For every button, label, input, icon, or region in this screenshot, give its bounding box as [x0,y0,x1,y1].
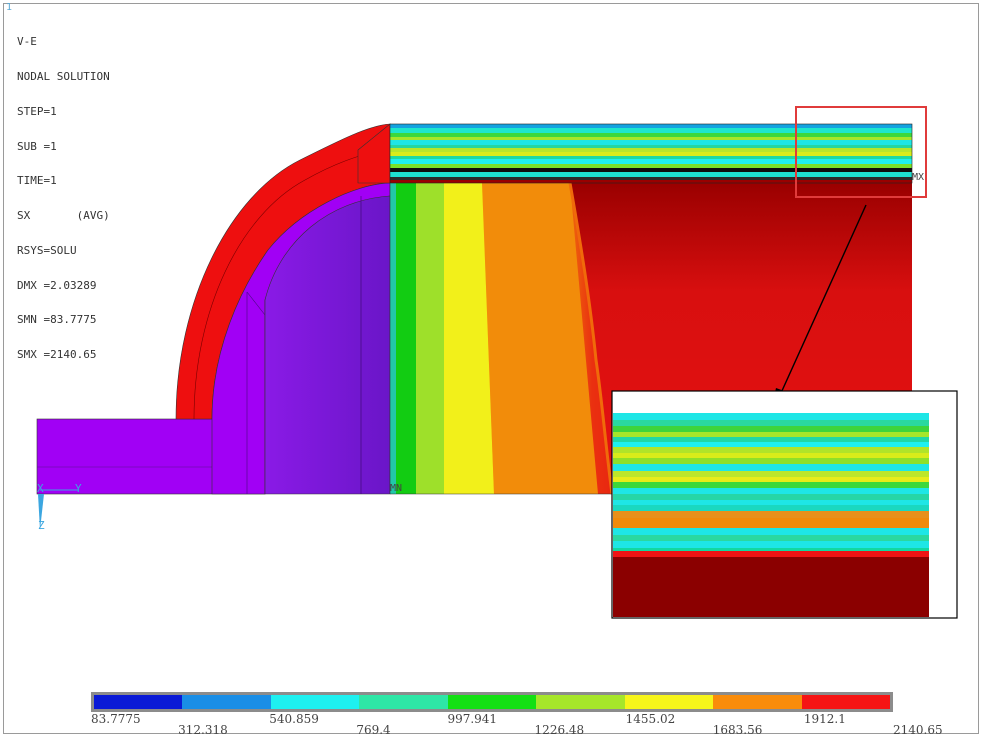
laminate-layer [390,148,912,152]
inset-layer [613,494,929,500]
inset-layer [613,437,929,442]
legend-swatch [536,695,625,709]
inset-layer [613,477,929,482]
legend-tick-label: 1226.48 [534,723,585,737]
core-band-cyan [390,183,396,494]
legend-tick-label: 769.4 [356,723,391,737]
inset-layer [613,471,929,477]
inset-layer [613,541,929,548]
legend-tick-label: 540.859 [269,712,319,726]
legend-tick-label: 2140.65 [893,723,943,737]
inset-layer [613,518,929,528]
laminate-layer [390,177,912,180]
legend-swatch [713,695,802,709]
inset-layer [613,458,929,464]
legend-tick-label: 83.7775 [91,712,141,726]
legend-tick-label: 312.318 [178,723,228,737]
color-legend [91,692,893,712]
triad-x-label: X [37,482,44,495]
legend-swatch [94,695,183,709]
laminate-layer [390,140,912,145]
legend-tick-label: 1912.1 [803,712,846,726]
legend-swatch [624,695,714,709]
min-marker: MN [390,483,403,494]
inset-layer [613,528,929,535]
legend-swatch [801,695,890,709]
laminate-layer [390,172,912,177]
inset-layer [613,535,929,541]
inset-layer [613,447,929,453]
laminate-layer [390,124,912,128]
laminate-layer [390,145,912,148]
laminate-layer [390,168,912,172]
inset-layer [613,482,929,488]
inset-layer [613,488,929,494]
laminate-layer [390,133,912,137]
laminate-layer [390,159,912,164]
inset-layer [613,505,929,511]
contour-plot [36,106,958,619]
laminate-layer [390,156,912,159]
laminate-layer [390,128,912,133]
inset-layer [613,453,929,458]
inset-layer [613,548,929,551]
max-marker: MX [912,172,925,183]
legend-tick-label: 1455.02 [625,712,676,726]
inset-layer [613,413,929,420]
laminate-layer [390,152,912,156]
inset-layer [613,442,929,447]
core-band-green [396,183,416,494]
inset-layer [613,500,929,505]
inset-layer [613,426,929,432]
laminate-layer [390,180,912,183]
inset-layer [613,557,929,617]
legend-tick-label: 997.941 [447,712,498,726]
laminate-layer [390,164,912,168]
laminate-strip [357,123,913,184]
inset-layer [613,420,929,426]
triad-y-label: Y [75,482,82,495]
core-band-lime [416,183,444,494]
legend-tick-label: 1683.56 [712,723,763,737]
inset-layer [613,432,929,437]
triad-z-label: Z [38,519,45,532]
inset-layer [613,551,929,557]
legend-swatch [182,695,271,709]
legend-swatch [359,695,448,709]
inset-layer [613,464,929,471]
zoom-inset [611,390,958,619]
inset-layer [613,511,929,518]
legend-swatch [270,695,360,709]
legend-bar [91,692,893,712]
legend-swatch [447,695,537,709]
laminate-layer [390,137,912,140]
